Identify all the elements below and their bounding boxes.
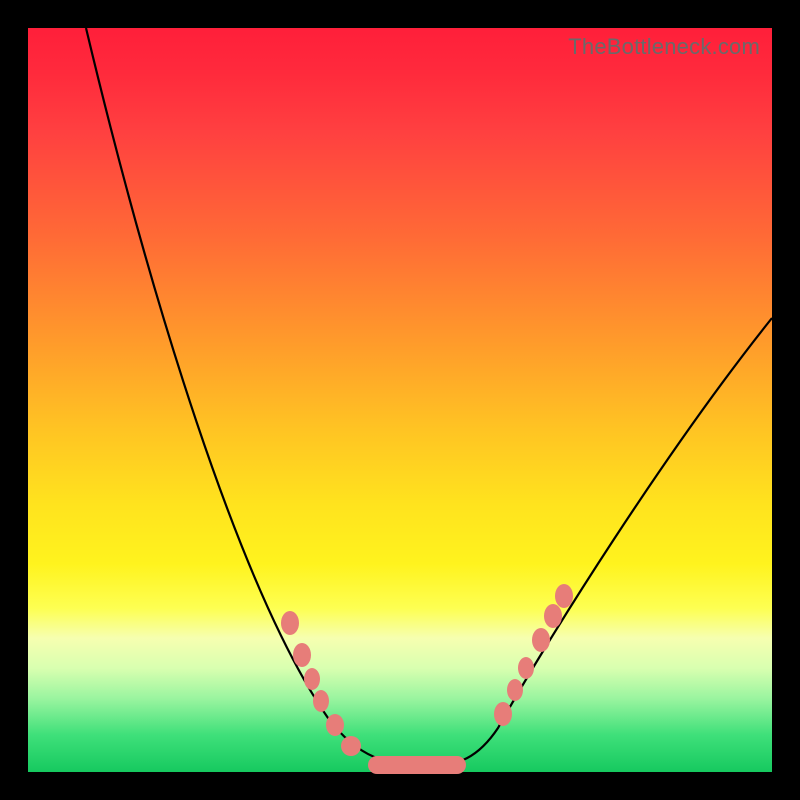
bead-left-2 bbox=[304, 668, 320, 690]
bead-right-2 bbox=[518, 657, 534, 679]
bead-left-5 bbox=[341, 736, 361, 756]
bead-right-5 bbox=[555, 584, 573, 608]
bead-right-4 bbox=[544, 604, 562, 628]
bead-right-0 bbox=[494, 702, 512, 726]
bead-left-1 bbox=[293, 643, 311, 667]
bead-right-1 bbox=[507, 679, 523, 701]
bead-bottom bbox=[368, 756, 466, 774]
curve-svg bbox=[28, 28, 772, 772]
bead-left-0 bbox=[281, 611, 299, 635]
bead-left-3 bbox=[313, 690, 329, 712]
bottleneck-curve bbox=[86, 28, 772, 766]
plot-area: TheBottleneck.com bbox=[28, 28, 772, 772]
chart-frame: TheBottleneck.com bbox=[0, 0, 800, 800]
bead-right-3 bbox=[532, 628, 550, 652]
bead-left-4 bbox=[326, 714, 344, 736]
